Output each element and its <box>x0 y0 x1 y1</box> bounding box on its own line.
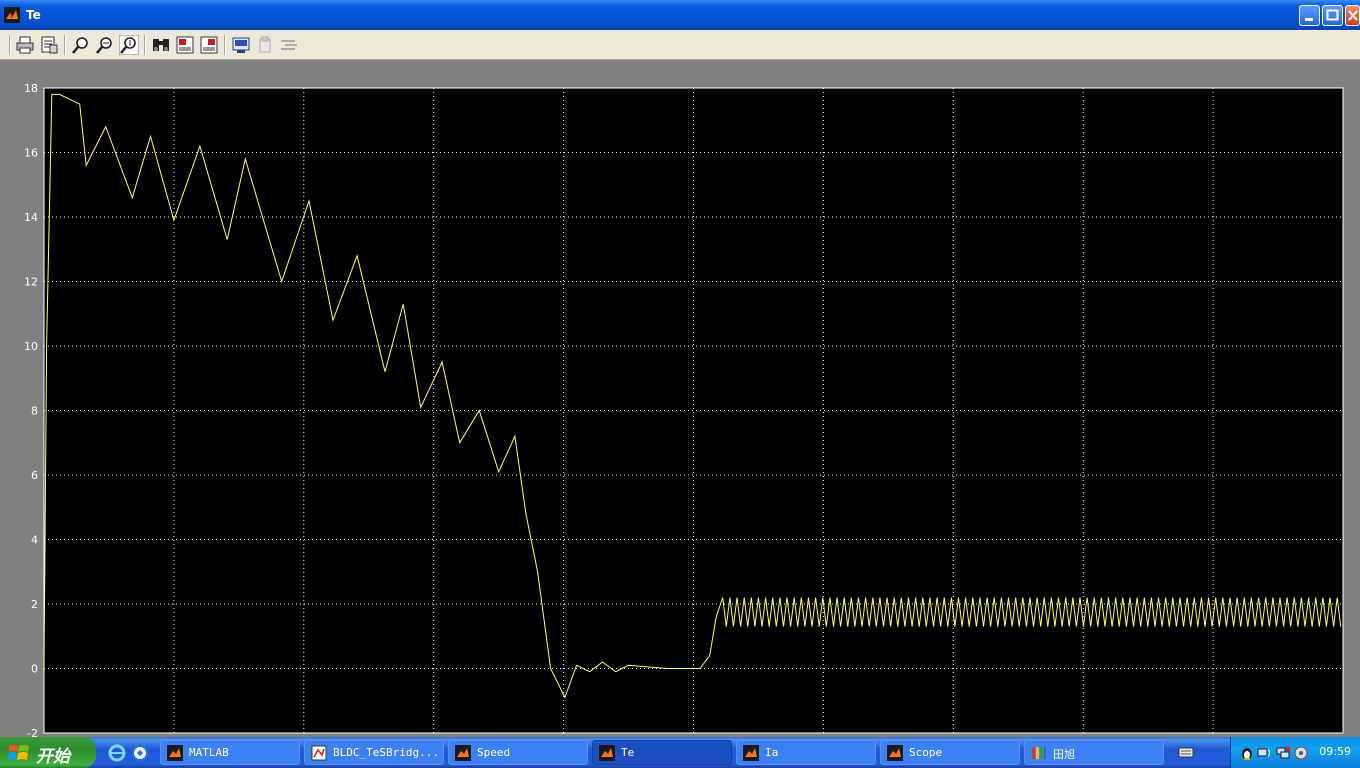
print-setup-icon[interactable] <box>39 35 59 55</box>
window-title: Te <box>26 8 41 22</box>
taskbar-button-label: 田旭 <box>1053 748 1075 761</box>
save-axes-icon[interactable] <box>175 35 195 55</box>
signal-selection-icon[interactable] <box>279 35 299 55</box>
taskbar-button-label: BLDC_TeSBridg... <box>333 746 439 759</box>
maximize-button[interactable] <box>1322 5 1343 26</box>
minimize-button[interactable] <box>1299 5 1320 26</box>
matlab-icon <box>599 745 615 761</box>
keyboard-icon[interactable] <box>1178 745 1194 759</box>
taskbar-button-label: MATLAB <box>189 746 229 759</box>
close-button[interactable] <box>1345 5 1360 26</box>
scope-plot[interactable]: -2 0 2 4 6 8 10 12 14 16 18 <box>0 61 1360 737</box>
parameters-icon[interactable] <box>231 35 251 55</box>
minimize-icon <box>1305 18 1313 21</box>
qq-penguin-icon[interactable] <box>1239 745 1255 761</box>
toolbar-separator <box>64 35 66 55</box>
ie-icon[interactable] <box>108 744 126 762</box>
scope-toolbar <box>0 30 1360 60</box>
windows-logo-icon <box>8 745 29 760</box>
window-titlebar[interactable]: Te <box>0 0 1360 30</box>
taskbar-button[interactable]: Te <box>592 740 732 765</box>
simulink-model-icon <box>311 745 327 761</box>
y-tick-label: 16 <box>24 147 38 160</box>
system-tray: 09:59 <box>1230 737 1360 768</box>
toolbar-separator <box>224 35 226 55</box>
taskbar-button[interactable]: 田旭 <box>1024 740 1164 765</box>
y-tick-label: -2 <box>27 727 38 737</box>
desktop-icon[interactable] <box>131 744 149 762</box>
matlab-icon <box>455 745 471 761</box>
taskbar-button-label: Ia <box>765 746 779 759</box>
clock: 09:59 <box>1319 745 1351 758</box>
restore-axes-icon[interactable] <box>199 35 219 55</box>
matlab-icon <box>743 745 759 761</box>
close-icon <box>1348 10 1358 21</box>
matlab-icon <box>887 745 903 761</box>
zoom-x-icon[interactable] <box>95 35 115 55</box>
taskbar-button[interactable]: Scope <box>880 740 1020 765</box>
y-tick-label: 10 <box>24 340 38 353</box>
network-icon[interactable] <box>1257 745 1273 761</box>
zoom-y-icon[interactable] <box>119 35 139 55</box>
y-tick-label: 6 <box>31 469 38 482</box>
y-tick-label: 12 <box>24 276 38 289</box>
maximize-icon <box>1326 9 1339 21</box>
taskbar-button-label: Te <box>621 746 635 759</box>
taskbar-button[interactable]: BLDC_TeSBridg... <box>304 740 444 765</box>
toolbar-separator <box>9 35 11 55</box>
y-tick-label: 14 <box>24 211 38 224</box>
start-label: 开始 <box>36 747 70 767</box>
zoom-icon[interactable] <box>71 35 91 55</box>
print-icon[interactable] <box>15 35 35 55</box>
matlab-icon <box>4 7 20 23</box>
volume-icon[interactable] <box>1293 745 1309 761</box>
network-status-icon[interactable] <box>1275 745 1291 761</box>
autoscale-binoculars-icon[interactable] <box>151 35 171 55</box>
y-tick-label: 18 <box>24 82 38 95</box>
taskbar-button[interactable]: Ia <box>736 740 876 765</box>
matlab-icon <box>167 745 183 761</box>
y-tick-label: 2 <box>31 598 38 611</box>
chat-icon <box>1032 747 1046 759</box>
taskbar-button[interactable]: MATLAB <box>160 740 300 765</box>
floating-scope-icon[interactable] <box>255 35 275 55</box>
taskbar-button-label: Scope <box>909 746 943 759</box>
taskbar-button[interactable]: Speed <box>448 740 588 765</box>
taskbar-button-label: Speed <box>477 746 511 759</box>
taskbar: 开始 MATLAB BLDC_TeSBridg... Speed Te Ia Scope 田… <box>0 737 1360 768</box>
y-tick-label: 0 <box>31 663 38 676</box>
toolbar-separator <box>144 35 146 55</box>
start-button[interactable]: 开始 <box>0 737 96 768</box>
y-tick-label: 8 <box>31 405 38 418</box>
y-tick-label: 4 <box>31 534 38 547</box>
